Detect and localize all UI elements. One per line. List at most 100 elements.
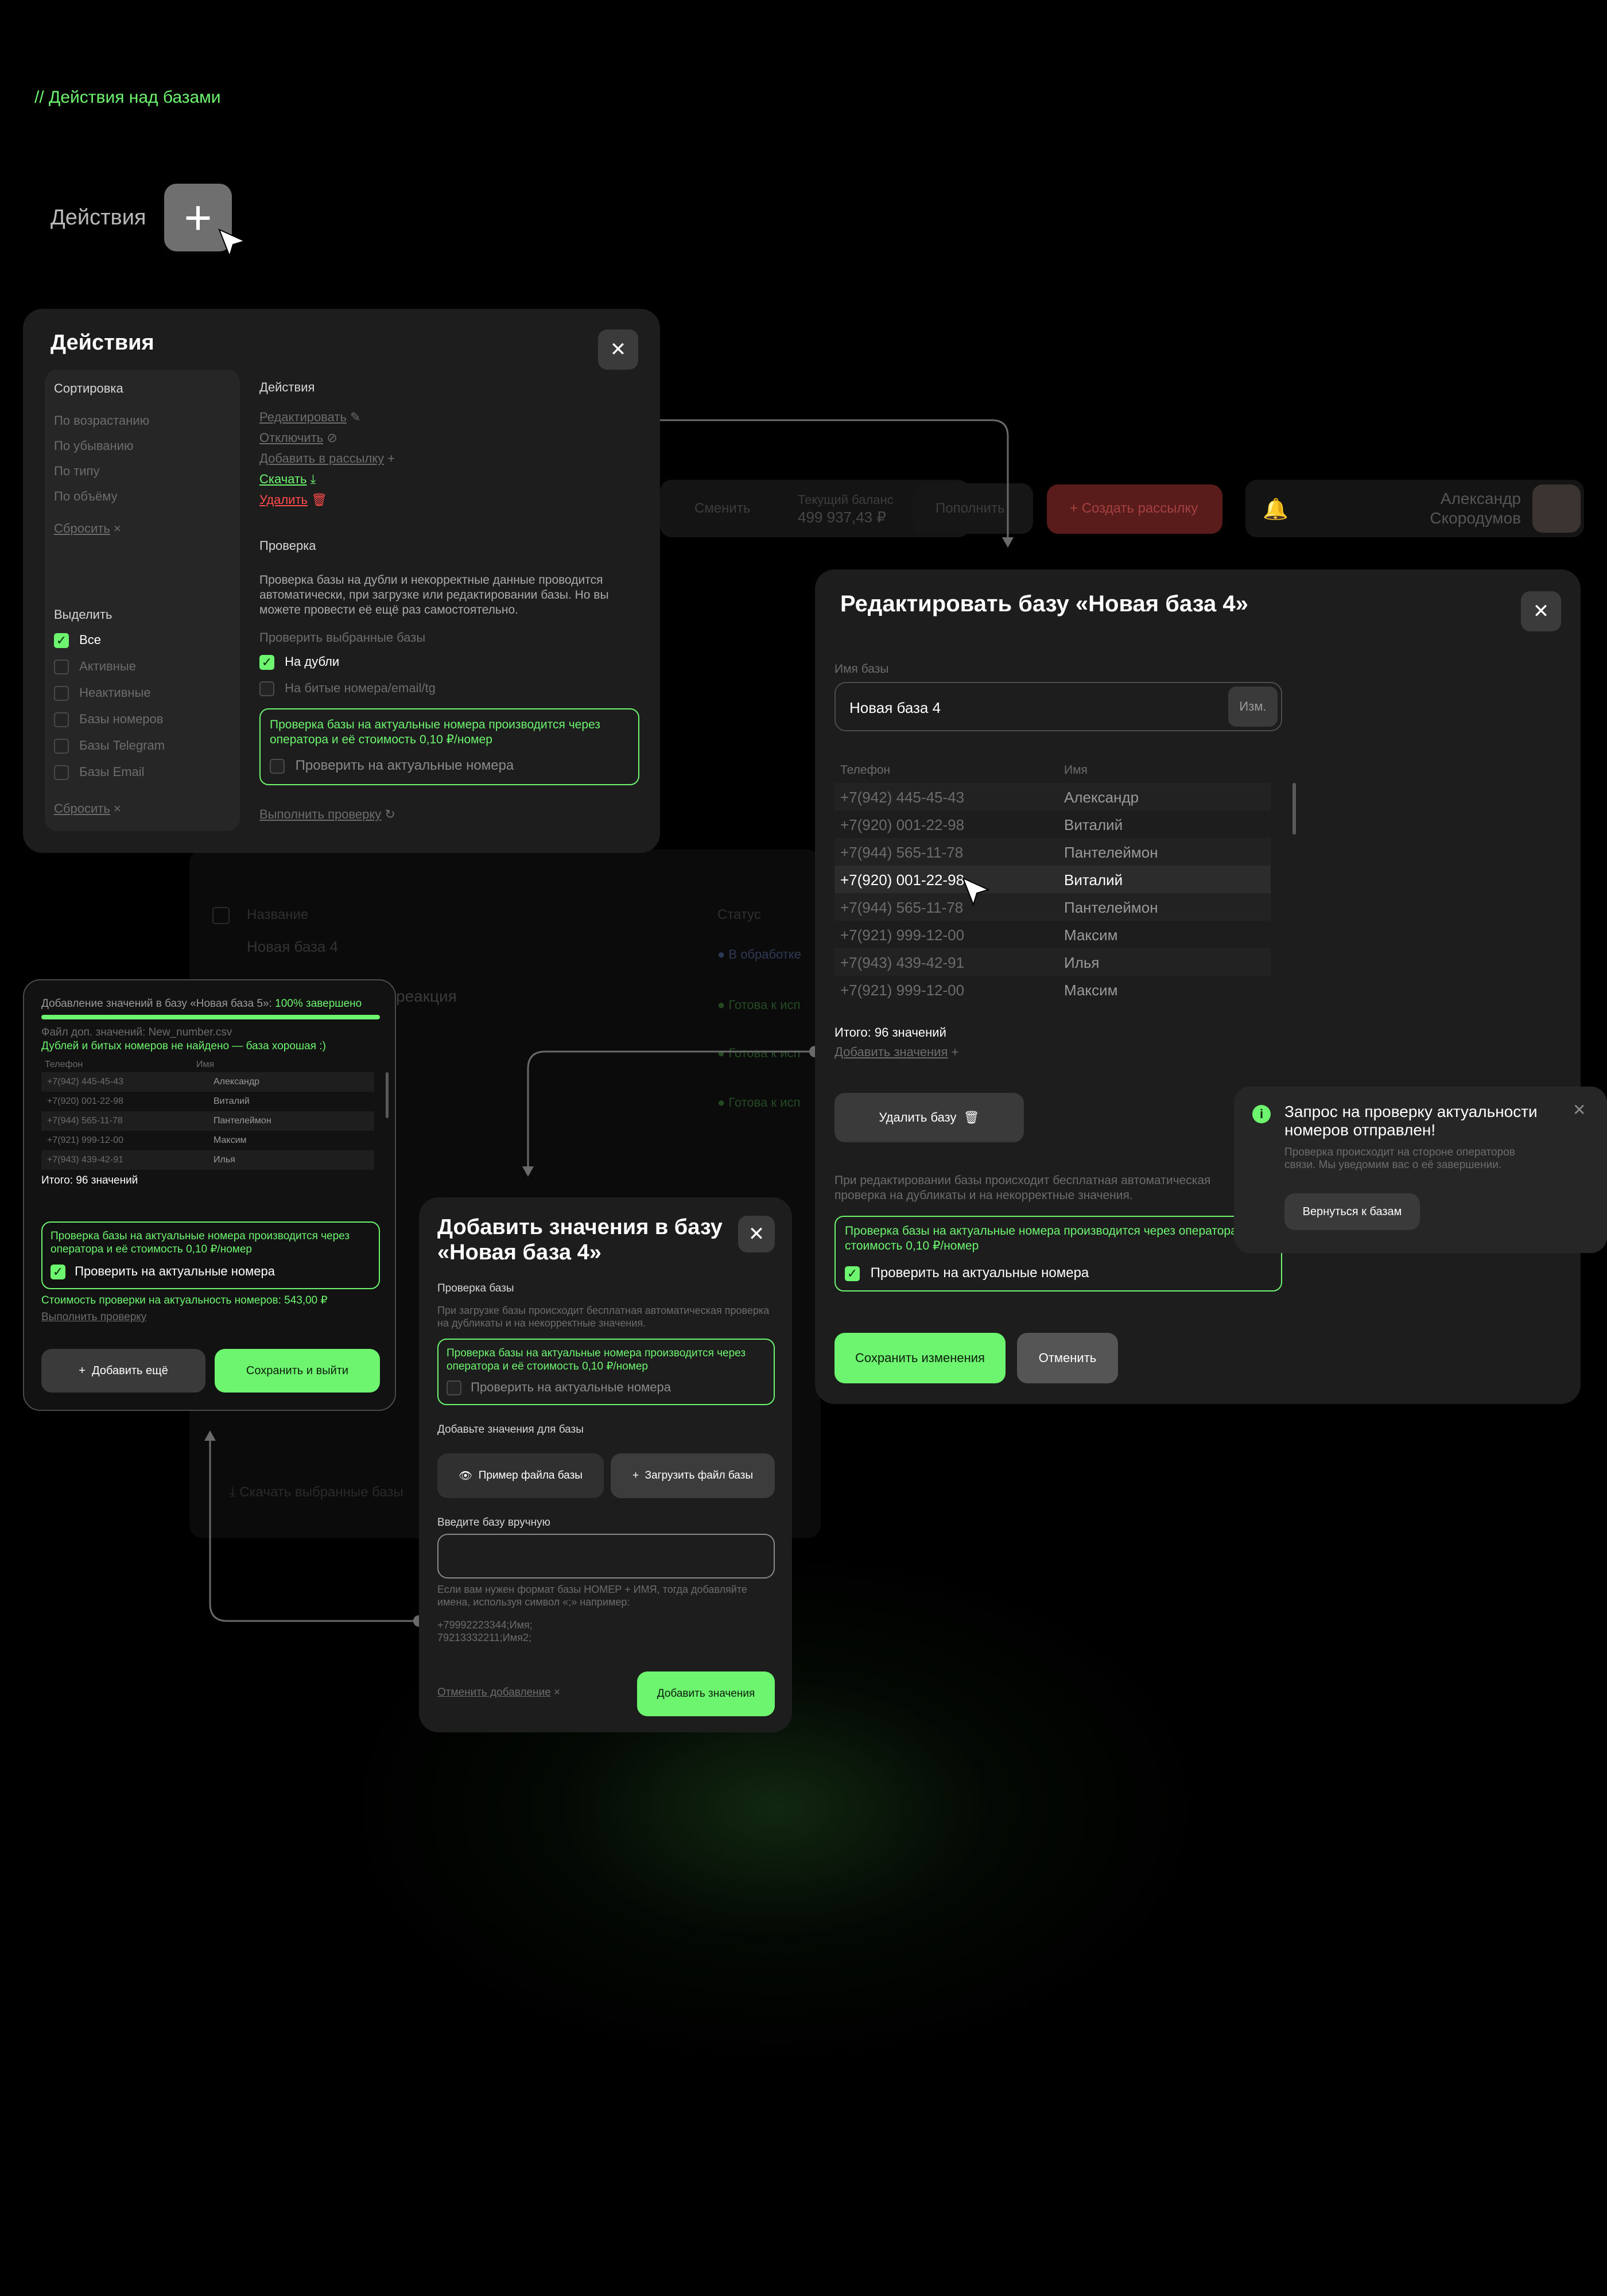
checkbox[interactable]: [54, 660, 69, 675]
manual-input[interactable]: [437, 1534, 775, 1578]
manual-example: +79992223344;Имя; 79213332211;Имя2;: [437, 1619, 533, 1643]
scrollbar[interactable]: [1292, 783, 1296, 835]
actual-check-box: Проверка базы на актуальные номера произ…: [41, 1221, 380, 1289]
actions-modal-title: Действия: [51, 331, 154, 355]
progress-result: Дублей и битых номеров не найдено — база…: [41, 1040, 326, 1052]
add-values-button[interactable]: Добавить значения: [637, 1671, 775, 1716]
checkbox[interactable]: [54, 686, 69, 701]
refresh-icon: ↻: [385, 807, 395, 821]
table-row[interactable]: +7(921) 999-12-00 Максим: [834, 921, 1271, 948]
close-button[interactable]: ✕: [1521, 591, 1561, 631]
close-button[interactable]: ✕: [598, 329, 638, 370]
close-icon[interactable]: ✕: [1573, 1100, 1586, 1119]
checkbox-checked[interactable]: [259, 655, 274, 670]
select-phone-bases[interactable]: Базы номеров: [54, 712, 163, 728]
check-note: При загрузке базы происходит бесплатная …: [437, 1305, 770, 1329]
sort-reset[interactable]: Сбросить ×: [54, 521, 121, 536]
table-row[interactable]: +7(942) 445-45-43 Александр: [834, 783, 1271, 810]
select-heading: Выделить: [54, 607, 112, 622]
table-row[interactable]: +7(943) 439-42-91 Илья: [834, 948, 1271, 976]
base-name-input[interactable]: Новая база 4 Изм.: [834, 682, 1282, 731]
checkbox-checked[interactable]: [845, 1266, 860, 1281]
green-notice: Проверка базы на актуальные номера произ…: [845, 1224, 1264, 1252]
table-row[interactable]: +7(944) 565-11-78 Пантелеймон: [834, 838, 1271, 866]
select-reset[interactable]: Сбросить ×: [54, 801, 121, 816]
table-row[interactable]: +7(920) 001-22-98 Виталий: [41, 1092, 374, 1111]
table-row[interactable]: +7(944) 565-11-78 Пантелеймон: [834, 893, 1271, 921]
table-row[interactable]: +7(921) 999-12-00 Максим: [834, 976, 1271, 1003]
download-icon: ⤓: [310, 472, 316, 486]
x-icon: ×: [113, 521, 121, 536]
select-all[interactable]: Все: [54, 633, 101, 649]
edit-link[interactable]: Редактировать ✎: [259, 410, 361, 425]
col-phone: Телефон: [840, 763, 891, 777]
edit-note: При редактировании базы происходит беспл…: [834, 1174, 1211, 1202]
add-more-button[interactable]: + Добавить ещё: [41, 1349, 205, 1393]
checkbox-checked[interactable]: [51, 1265, 65, 1280]
progress-bar-fill: [41, 1015, 380, 1019]
checkbox-checked[interactable]: [54, 633, 69, 649]
actual-check-option[interactable]: Проверить на актуальные номера: [447, 1380, 671, 1396]
checkbox[interactable]: [259, 681, 274, 697]
checkbox[interactable]: [447, 1380, 461, 1396]
green-notice: Проверка базы на актуальные номера произ…: [270, 718, 600, 746]
cancel-add-link[interactable]: Отменить добавление ×: [437, 1686, 560, 1699]
example-file-button[interactable]: 👁 Пример файла базы: [437, 1453, 604, 1498]
close-button[interactable]: ✕: [738, 1216, 775, 1252]
check-broken[interactable]: На битые номера/email/tg: [259, 681, 436, 697]
run-check-link[interactable]: Выполнить проверку: [41, 1311, 146, 1324]
table-row[interactable]: +7(921) 999-12-00 Максим: [41, 1131, 374, 1150]
add-values-link[interactable]: Добавить значения +: [834, 1045, 958, 1060]
close-icon: ✕: [1532, 600, 1550, 622]
actual-check-box: Проверка базы на актуальные номера произ…: [834, 1216, 1282, 1292]
plus-icon: +: [632, 1469, 639, 1481]
select-inactive[interactable]: Неактивные: [54, 685, 151, 701]
actual-check-option[interactable]: Проверить на актуальные номера: [845, 1265, 1089, 1281]
checkbox[interactable]: [54, 765, 69, 781]
disable-link[interactable]: Отключить ⊘: [259, 430, 337, 445]
delete-base-button[interactable]: Удалить базу 🗑: [834, 1093, 1024, 1142]
actual-check-option[interactable]: Проверить на актуальные номера: [270, 758, 514, 774]
actual-check-option[interactable]: Проверить на актуальные номера: [51, 1264, 275, 1280]
check-duplicates[interactable]: На дубли: [259, 654, 339, 670]
rename-button[interactable]: Изм.: [1228, 687, 1278, 727]
col-name: Имя: [1064, 763, 1088, 777]
table-row[interactable]: +7(944) 565-11-78 Пантелеймон: [41, 1111, 374, 1131]
save-exit-button[interactable]: Сохранить и выйти: [215, 1349, 380, 1393]
sort-volume[interactable]: По объёму: [54, 489, 118, 504]
select-email-bases[interactable]: Базы Email: [54, 765, 145, 781]
trash-icon: 🗑: [963, 1110, 980, 1124]
table-row[interactable]: +7(920) 001-22-98 Виталий: [834, 810, 1271, 838]
actions-modal: Действия ✕ Сортировка По возрастанию По …: [23, 309, 660, 853]
total-values: Итого: 96 значений: [41, 1174, 138, 1186]
plus-icon: +: [79, 1364, 86, 1377]
delete-link[interactable]: Удалить 🗑: [259, 492, 327, 507]
add-to-mailing-link[interactable]: Добавить в рассылку +: [259, 451, 395, 466]
table-row[interactable]: +7(942) 445-45-43 Александр: [41, 1072, 374, 1092]
checkbox[interactable]: [54, 739, 69, 754]
upload-file-button[interactable]: + Загрузить файл базы: [611, 1453, 775, 1498]
green-notice: Проверка базы на актуальные номера произ…: [51, 1230, 350, 1255]
download-link[interactable]: Скачать ⤓: [259, 472, 316, 487]
check-cost: Стоимость проверки на актуальность номер…: [41, 1294, 328, 1306]
table-row[interactable]: +7(943) 439-42-91 Илья: [41, 1150, 374, 1170]
sort-desc[interactable]: По убыванию: [54, 439, 133, 453]
actual-check-box: Проверка базы на актуальные номера произ…: [437, 1339, 775, 1405]
trash-icon: 🗑: [311, 492, 328, 507]
green-notice: Проверка базы на актуальные номера произ…: [447, 1347, 746, 1372]
select-active[interactable]: Активные: [54, 659, 136, 675]
cancel-button[interactable]: Отменить: [1017, 1333, 1118, 1383]
table-row-hovered[interactable]: +7(920) 001-22-98 Виталий: [834, 866, 1271, 893]
run-check-link[interactable]: Выполнить проверку ↻: [259, 807, 395, 822]
edit-base-modal: Редактировать базу «Новая база 4» ✕ Имя …: [815, 569, 1581, 1404]
scrollbar[interactable]: [386, 1072, 389, 1118]
checkbox[interactable]: [270, 758, 285, 774]
info-icon: i: [1252, 1105, 1271, 1123]
select-telegram-bases[interactable]: Базы Telegram: [54, 738, 165, 754]
save-changes-button[interactable]: Сохранить изменения: [834, 1333, 1006, 1383]
progress-bar: [41, 1015, 380, 1019]
checkbox[interactable]: [54, 712, 69, 728]
back-to-bases-button[interactable]: Вернуться к базам: [1284, 1193, 1420, 1230]
sort-asc[interactable]: По возрастанию: [54, 413, 149, 428]
sort-type[interactable]: По типу: [54, 464, 99, 479]
